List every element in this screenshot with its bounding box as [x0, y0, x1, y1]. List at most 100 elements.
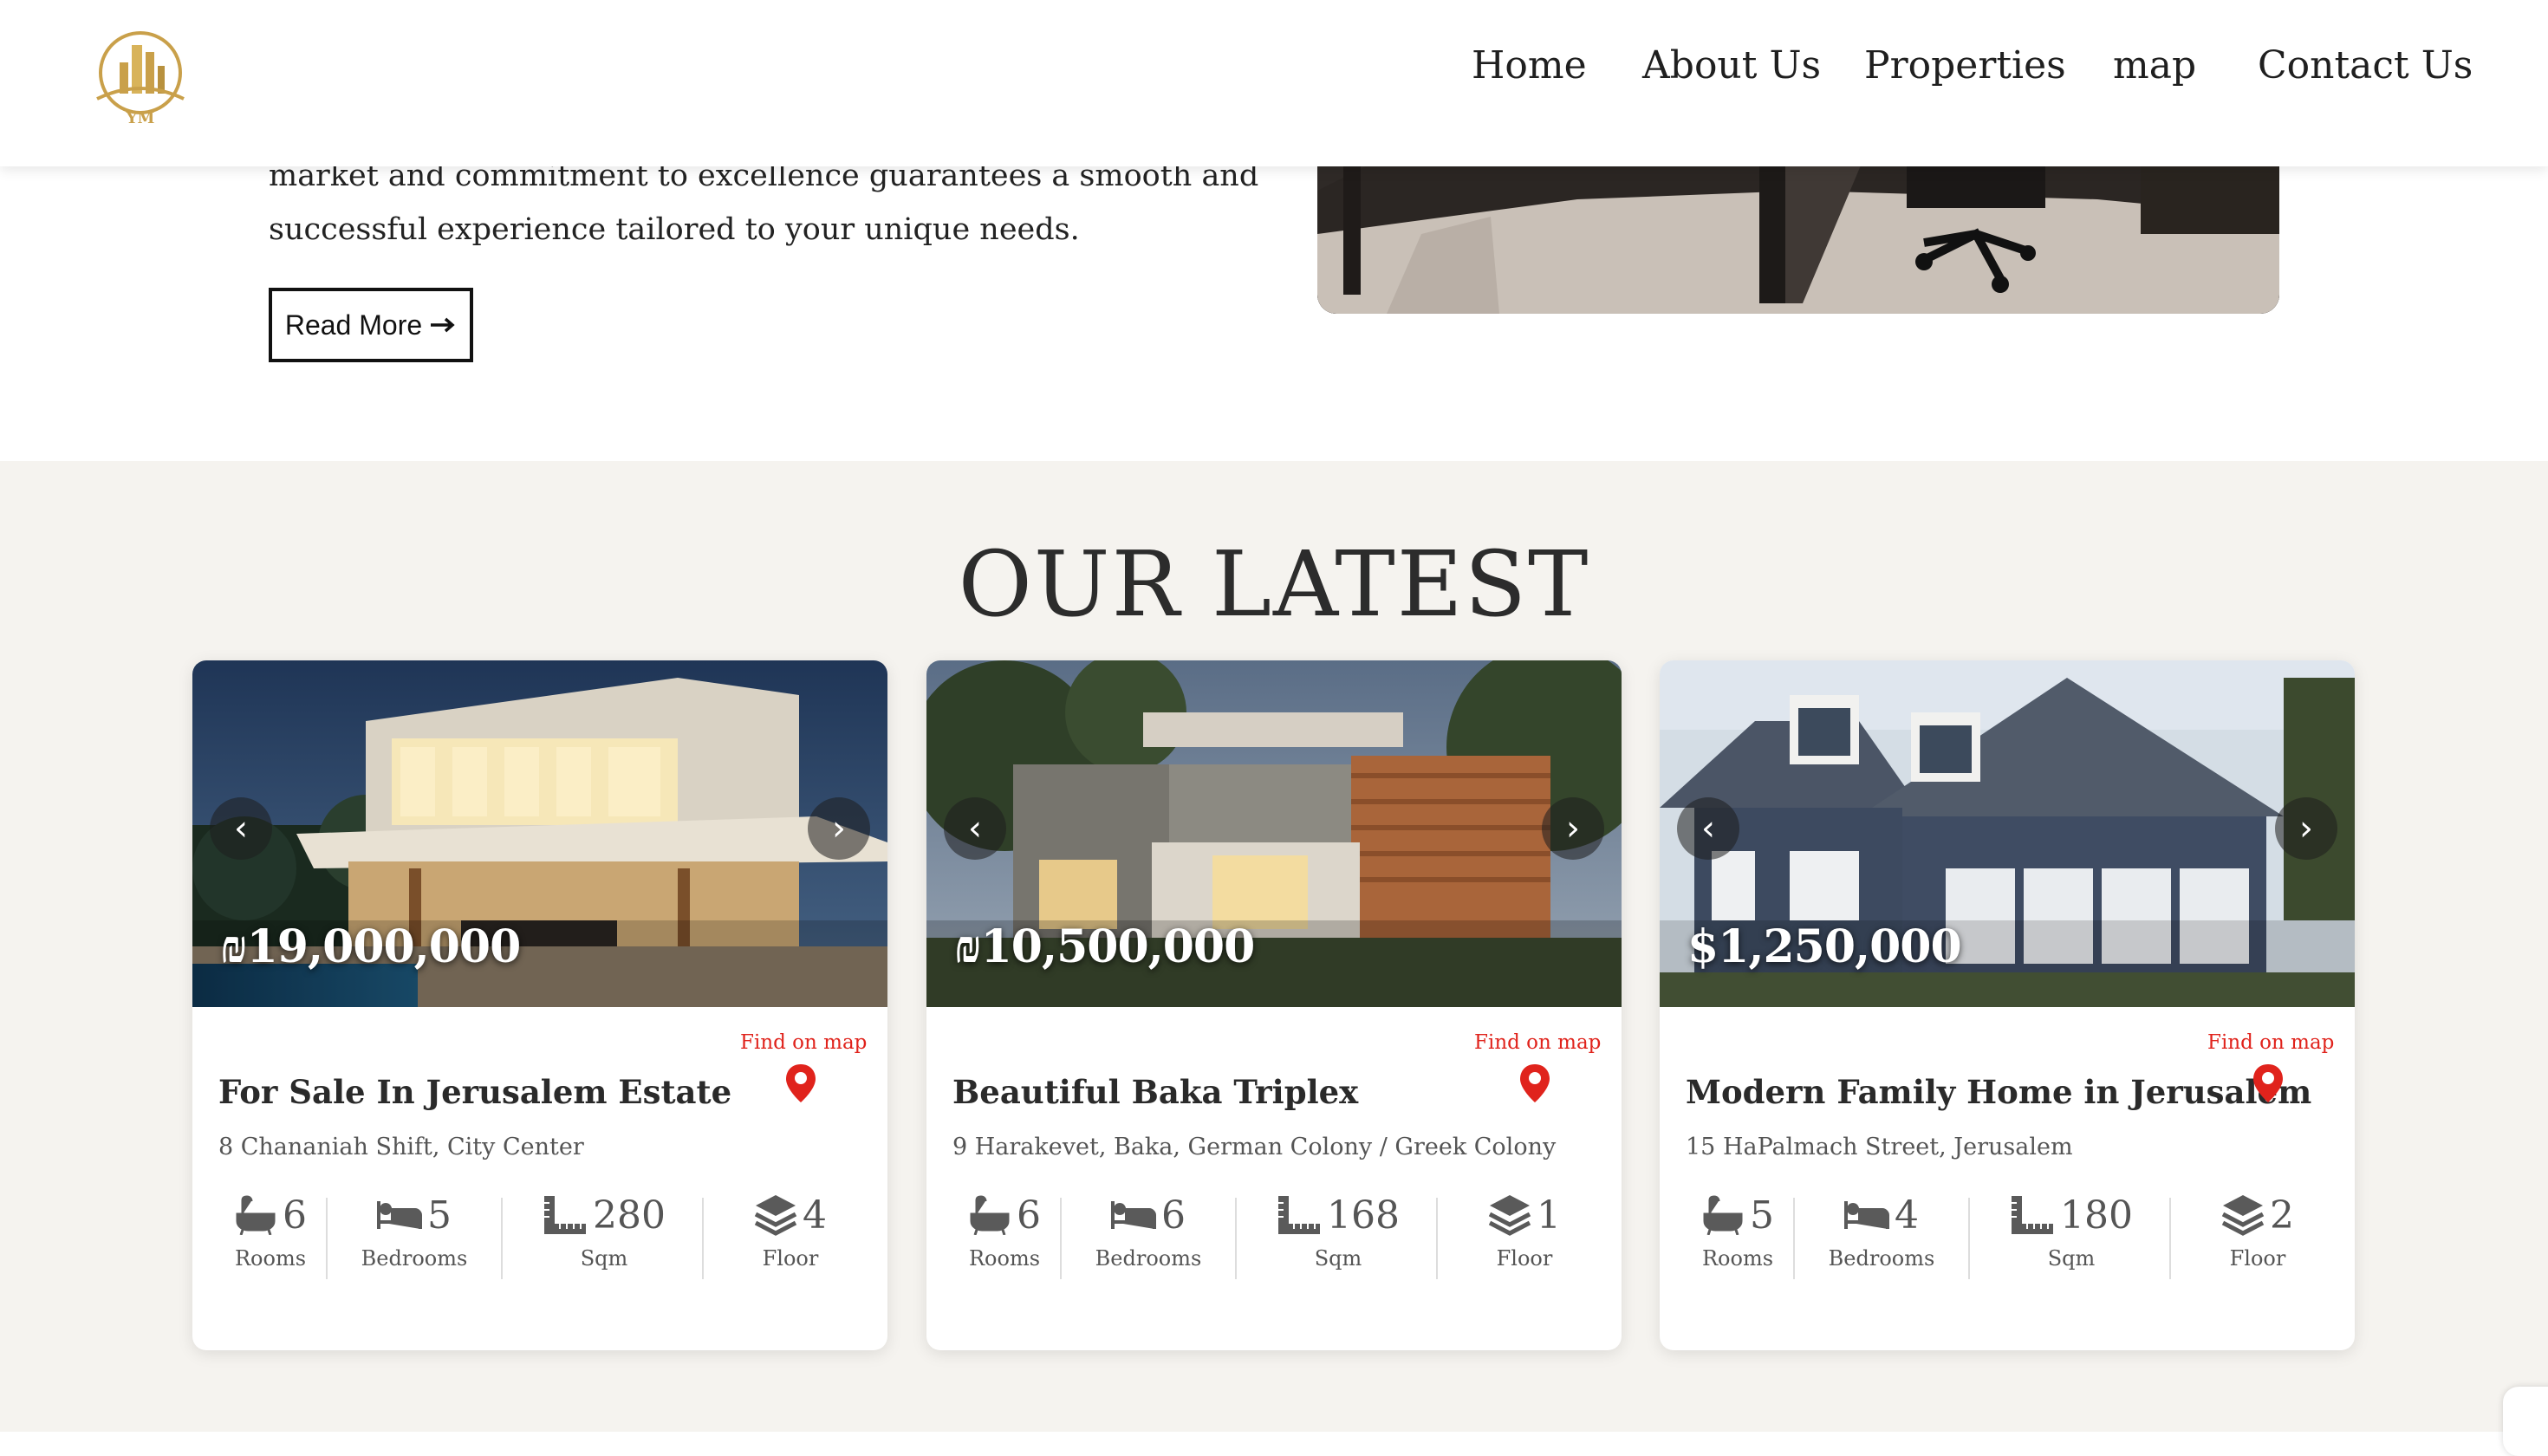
rooms-value: 6: [1017, 1193, 1041, 1238]
find-on-map-link[interactable]: Find on map: [2207, 1031, 2335, 1118]
floor-value: 4: [803, 1193, 827, 1238]
ruler-icon: [544, 1196, 586, 1234]
ruler-icon: [1278, 1196, 1320, 1234]
property-address: 9 Harakevet, Baka, German Colony / Greek…: [952, 1134, 1557, 1160]
stat-sqm: 168 Sqm: [1247, 1189, 1429, 1276]
floor-value: 1: [1537, 1193, 1561, 1238]
stat-sqm: 180 Sqm: [1980, 1189, 2162, 1276]
property-photo[interactable]: ‹ › $1,250,000: [1660, 660, 2355, 1007]
floor-label: Floor: [1496, 1246, 1553, 1271]
bathtub-icon: [970, 1195, 1010, 1235]
bed-icon: [1111, 1201, 1156, 1229]
stat-rooms: 5 Rooms: [1686, 1189, 1790, 1276]
logo-text: YM: [126, 109, 155, 127]
carousel-next-button[interactable]: ›: [1542, 797, 1604, 860]
map-pin-icon: [786, 1064, 816, 1102]
arrow-right-icon: [431, 317, 455, 333]
property-price: ₪19,000,000: [220, 920, 521, 973]
property-title[interactable]: Beautiful Baka Triplex: [952, 1073, 1472, 1111]
property-card[interactable]: ‹ › $1,250,000 Modern Family Home in Jer…: [1660, 660, 2355, 1350]
property-card[interactable]: ‹ › ₪19,000,000 For Sale In Jerusalem Es…: [192, 660, 887, 1350]
property-title[interactable]: For Sale In Jerusalem Estate: [218, 1073, 738, 1111]
stat-floor: 2 Floor: [2180, 1189, 2336, 1276]
bedrooms-label: Bedrooms: [1095, 1246, 1202, 1271]
property-stats: 6 Rooms 5 Bedrooms 280 Sqm 4 Floor: [192, 1189, 887, 1284]
bedrooms-value: 5: [427, 1193, 452, 1238]
map-pin-icon: [1520, 1064, 1550, 1102]
ruler-icon: [2012, 1196, 2053, 1234]
sqm-value: 168: [1327, 1193, 1400, 1238]
property-price: ₪10,500,000: [954, 920, 1255, 973]
sqm-value: 280: [593, 1193, 666, 1238]
property-address: 15 HaPalmach Street, Jerusalem: [1686, 1134, 2073, 1160]
nav-home[interactable]: Home: [1472, 40, 1587, 92]
find-on-map-link[interactable]: Find on map: [1474, 1031, 1602, 1118]
chat-widget[interactable]: [2503, 1387, 2548, 1456]
stat-divider: [326, 1198, 328, 1279]
property-card[interactable]: ‹ › ₪10,500,000 Beautiful Baka Triplex 9…: [926, 660, 1622, 1350]
carousel-next-button[interactable]: ›: [2275, 797, 2337, 860]
stat-bedrooms: 4 Bedrooms: [1804, 1189, 1960, 1276]
rooms-label: Rooms: [1701, 1246, 1774, 1271]
floor-label: Floor: [2229, 1246, 2286, 1271]
bedrooms-value: 6: [1161, 1193, 1186, 1238]
find-on-map-link[interactable]: Find on map: [740, 1031, 868, 1118]
sqm-label: Sqm: [580, 1246, 628, 1271]
rooms-value: 6: [283, 1193, 307, 1238]
bed-icon: [1844, 1201, 1889, 1229]
map-pin-icon: [2253, 1064, 2283, 1102]
stat-rooms: 6 Rooms: [218, 1189, 322, 1276]
property-photo[interactable]: ‹ › ₪19,000,000: [192, 660, 887, 1007]
property-stats: 6 Rooms 6 Bedrooms 168 Sqm 1 Floor: [926, 1189, 1622, 1284]
find-on-map-label: Find on map: [1474, 1031, 1602, 1054]
floor-label: Floor: [762, 1246, 819, 1271]
site-header: YM Home About Us Properties map Contact …: [0, 0, 2548, 166]
layers-icon: [1488, 1195, 1531, 1236]
stat-divider: [1060, 1198, 1062, 1279]
nav-map[interactable]: map: [2113, 40, 2196, 92]
section-title: OUR LATEST: [958, 531, 1590, 637]
layers-icon: [754, 1195, 797, 1236]
nav-contact-us[interactable]: Contact Us: [2258, 40, 2473, 92]
bathtub-icon: [236, 1195, 276, 1235]
carousel-next-button[interactable]: ›: [808, 797, 870, 860]
property-stats: 5 Rooms 4 Bedrooms 180 Sqm 2 Floor: [1660, 1189, 2355, 1284]
floor-value: 2: [2270, 1193, 2294, 1238]
sqm-value: 180: [2060, 1193, 2133, 1238]
stat-bedrooms: 5 Bedrooms: [336, 1189, 492, 1276]
nav-properties[interactable]: Properties: [1864, 40, 2066, 92]
rooms-label: Rooms: [234, 1246, 307, 1271]
carousel-prev-button[interactable]: ‹: [944, 797, 1006, 860]
stat-divider: [1968, 1198, 1970, 1279]
find-on-map-label: Find on map: [740, 1031, 868, 1054]
stat-bedrooms: 6 Bedrooms: [1070, 1189, 1226, 1276]
property-title[interactable]: Modern Family Home in Jerusalem: [1686, 1073, 2311, 1111]
stat-divider: [1793, 1198, 1795, 1279]
stat-divider: [2169, 1198, 2171, 1279]
read-more-label: Read More: [284, 309, 423, 341]
rooms-value: 5: [1750, 1193, 1774, 1238]
carousel-prev-button[interactable]: ‹: [210, 797, 272, 860]
stat-divider: [1235, 1198, 1237, 1279]
stat-rooms: 6 Rooms: [952, 1189, 1056, 1276]
stat-sqm: 280 Sqm: [513, 1189, 695, 1276]
main-nav: Home About Us Properties map Contact Us: [0, 40, 2548, 101]
bedrooms-label: Bedrooms: [1828, 1246, 1935, 1271]
read-more-button[interactable]: Read More: [269, 288, 473, 362]
sqm-label: Sqm: [2047, 1246, 2096, 1271]
nav-about-us[interactable]: About Us: [1642, 40, 1821, 92]
rooms-label: Rooms: [968, 1246, 1041, 1271]
latest-properties-section: OUR LATEST ‹ › ₪19,000,000 For Sale In J…: [0, 461, 2548, 1432]
layers-icon: [2221, 1195, 2265, 1236]
stat-divider: [1436, 1198, 1438, 1279]
property-address: 8 Chananiah Shift, City Center: [218, 1134, 584, 1160]
bathtub-icon: [1703, 1195, 1743, 1235]
property-photo[interactable]: ‹ › ₪10,500,000: [926, 660, 1622, 1007]
carousel-prev-button[interactable]: ‹: [1677, 797, 1739, 860]
about-line-2: successful experience tailored to your u…: [269, 212, 1080, 247]
find-on-map-label: Find on map: [2207, 1031, 2335, 1054]
stat-divider: [501, 1198, 503, 1279]
bedrooms-label: Bedrooms: [361, 1246, 468, 1271]
sqm-label: Sqm: [1314, 1246, 1362, 1271]
bed-icon: [377, 1201, 422, 1229]
